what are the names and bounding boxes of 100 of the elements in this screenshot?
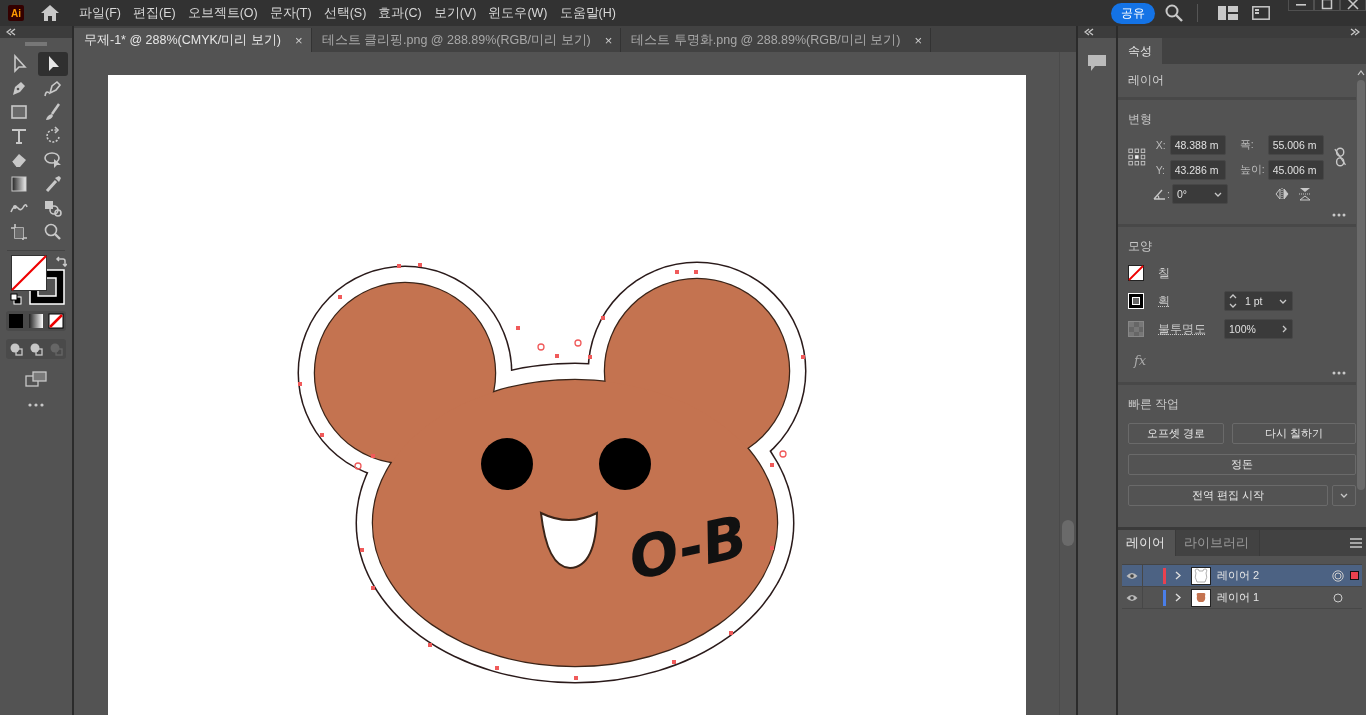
layer-name[interactable]: 레이어 1 (1217, 590, 1260, 605)
brush-icon[interactable] (43, 102, 63, 122)
workspace-icon[interactable] (1218, 6, 1238, 20)
document-tab[interactable]: 테스트 투명화.png @ 288.89%(RGB/미리 보기) × (621, 28, 932, 52)
rectangle-icon[interactable] (9, 102, 29, 122)
menu-icon[interactable] (1350, 538, 1362, 548)
minimize-button[interactable] (1288, 0, 1314, 11)
layer-thumbnail[interactable] (1191, 588, 1211, 607)
menu-item[interactable]: 선택(S) (323, 4, 367, 22)
menu-item[interactable]: 오브젝트(O) (187, 4, 258, 22)
screen-mode-icon[interactable] (25, 371, 47, 387)
lasso-icon[interactable] (43, 150, 63, 170)
target-icon[interactable] (1332, 569, 1344, 582)
layer-thumbnail[interactable] (1191, 566, 1211, 585)
layer-row[interactable]: 레이어 2 (1122, 565, 1362, 587)
home-icon[interactable] (40, 4, 60, 22)
angle-dropdown[interactable]: 0° (1171, 184, 1228, 204)
stroke-swatch[interactable] (1128, 293, 1144, 309)
input-field[interactable]: 45.006 m (1267, 159, 1324, 180)
app-logo[interactable]: Ai (8, 5, 24, 21)
tab-title: 무제-1* @ 288%(CMYK/미리 보기) (84, 31, 281, 49)
angle-icon[interactable] (1153, 188, 1166, 200)
document-tab[interactable]: 무제-1* @ 288%(CMYK/미리 보기) × (74, 28, 312, 52)
close-tab-button[interactable]: × (604, 32, 613, 48)
gradient-button[interactable] (28, 313, 44, 329)
draw-normal-button[interactable] (8, 341, 24, 357)
fill-swatch[interactable] (1128, 265, 1144, 281)
type-icon[interactable] (9, 126, 29, 146)
share-button[interactable]: 공유 (1111, 2, 1155, 24)
search-icon[interactable] (1165, 4, 1183, 22)
close-icon[interactable] (1347, 0, 1359, 10)
opacity-label[interactable]: 불투명도 (1158, 321, 1222, 337)
draw-behind-button[interactable] (28, 341, 44, 357)
color-button[interactable] (8, 313, 24, 329)
action-button[interactable]: 전역 편집 시작 (1128, 485, 1328, 506)
menu-item[interactable]: 편집(E) (132, 4, 176, 22)
more-options-icon[interactable] (1332, 371, 1346, 375)
layer-name[interactable]: 레이어 2 (1217, 568, 1260, 583)
section-title: 빠른 작업 (1128, 397, 1181, 412)
collapse-icon[interactable] (1084, 28, 1094, 36)
gradient-icon[interactable] (9, 174, 29, 194)
zoom-icon[interactable] (43, 222, 63, 242)
menu-item[interactable]: 문자(T) (269, 4, 312, 22)
target-icon[interactable] (1332, 591, 1344, 604)
flip-vertical-icon[interactable] (1298, 187, 1311, 201)
close-button[interactable] (1340, 0, 1366, 11)
none-button[interactable] (48, 313, 64, 329)
checkerboard-icon[interactable] (1128, 321, 1144, 337)
menu-item[interactable]: 보기(V) (433, 4, 477, 22)
input-field[interactable]: 43.286 m (1169, 159, 1226, 180)
action-button[interactable]: 다시 칠하기 (1232, 423, 1356, 444)
unlink-icon[interactable] (1333, 146, 1346, 168)
reference-point-icon[interactable] (1128, 147, 1146, 167)
menu-item[interactable]: 효과(C) (378, 4, 422, 22)
fill-swatch[interactable] (11, 255, 47, 291)
panel-tab[interactable]: 라이브러리 (1176, 530, 1260, 556)
action-button[interactable]: 정돈 (1128, 454, 1356, 475)
chevron-right-icon (1282, 325, 1287, 333)
panel-icon[interactable] (1252, 6, 1270, 20)
grip-icon[interactable] (25, 42, 47, 46)
panel-tab[interactable]: 속성 (1118, 38, 1162, 64)
tool-button[interactable] (38, 52, 68, 76)
swap-icon[interactable] (55, 255, 67, 267)
menu-item[interactable]: 윈도우(W) (488, 4, 548, 22)
layer-row[interactable]: 레이어 1 (1122, 587, 1362, 609)
more-icon[interactable] (28, 403, 44, 407)
stroke-weight-field[interactable]: 1 pt (1224, 291, 1293, 311)
field-label: X: (1155, 138, 1167, 151)
expand-icon[interactable] (1350, 28, 1360, 36)
artboard-icon[interactable] (9, 222, 29, 242)
eye-icon[interactable] (1126, 571, 1138, 580)
shape-builder-icon[interactable] (43, 198, 63, 218)
maximize-button[interactable] (1314, 0, 1340, 11)
eyedropper-icon[interactable] (43, 174, 63, 194)
collapse-icon[interactable] (6, 28, 16, 36)
flip-horizontal-icon[interactable] (1274, 188, 1289, 200)
more-options-icon[interactable] (1332, 213, 1346, 217)
comment-icon[interactable] (1087, 54, 1107, 72)
section-title: 모양 (1128, 239, 1153, 254)
scroll-up-icon[interactable] (1357, 70, 1365, 76)
panel-tab[interactable]: 레이어 (1118, 530, 1176, 556)
selection-square (1349, 571, 1359, 580)
eye-icon[interactable] (1126, 593, 1138, 602)
document-tab[interactable]: 테스트 클리핑.png @ 288.89%(RGB/미리 보기) × (311, 28, 622, 52)
input-field[interactable]: 48.388 m (1169, 134, 1226, 155)
close-tab-button[interactable]: × (914, 32, 923, 48)
action-button[interactable]: 오프셋 경로 (1128, 423, 1224, 444)
curvature-pen-icon[interactable] (43, 78, 63, 98)
menu-item[interactable]: 도움말(H) (559, 4, 616, 22)
close-tab-button[interactable]: × (295, 32, 303, 48)
opacity-field[interactable]: 100% (1224, 319, 1293, 339)
stroke-label[interactable]: 획 (1158, 293, 1222, 309)
maximize-icon[interactable] (1321, 0, 1333, 10)
menu-item[interactable]: 파일(F) (79, 4, 121, 22)
fill-label[interactable]: 칠 (1158, 265, 1222, 281)
default-colors-icon[interactable] (10, 293, 22, 305)
scrollbar-thumb[interactable] (1357, 80, 1365, 490)
selection-label: 레이어 (1128, 72, 1164, 89)
input-field[interactable]: 55.006 m (1267, 134, 1324, 155)
rotate-icon[interactable] (43, 126, 63, 146)
